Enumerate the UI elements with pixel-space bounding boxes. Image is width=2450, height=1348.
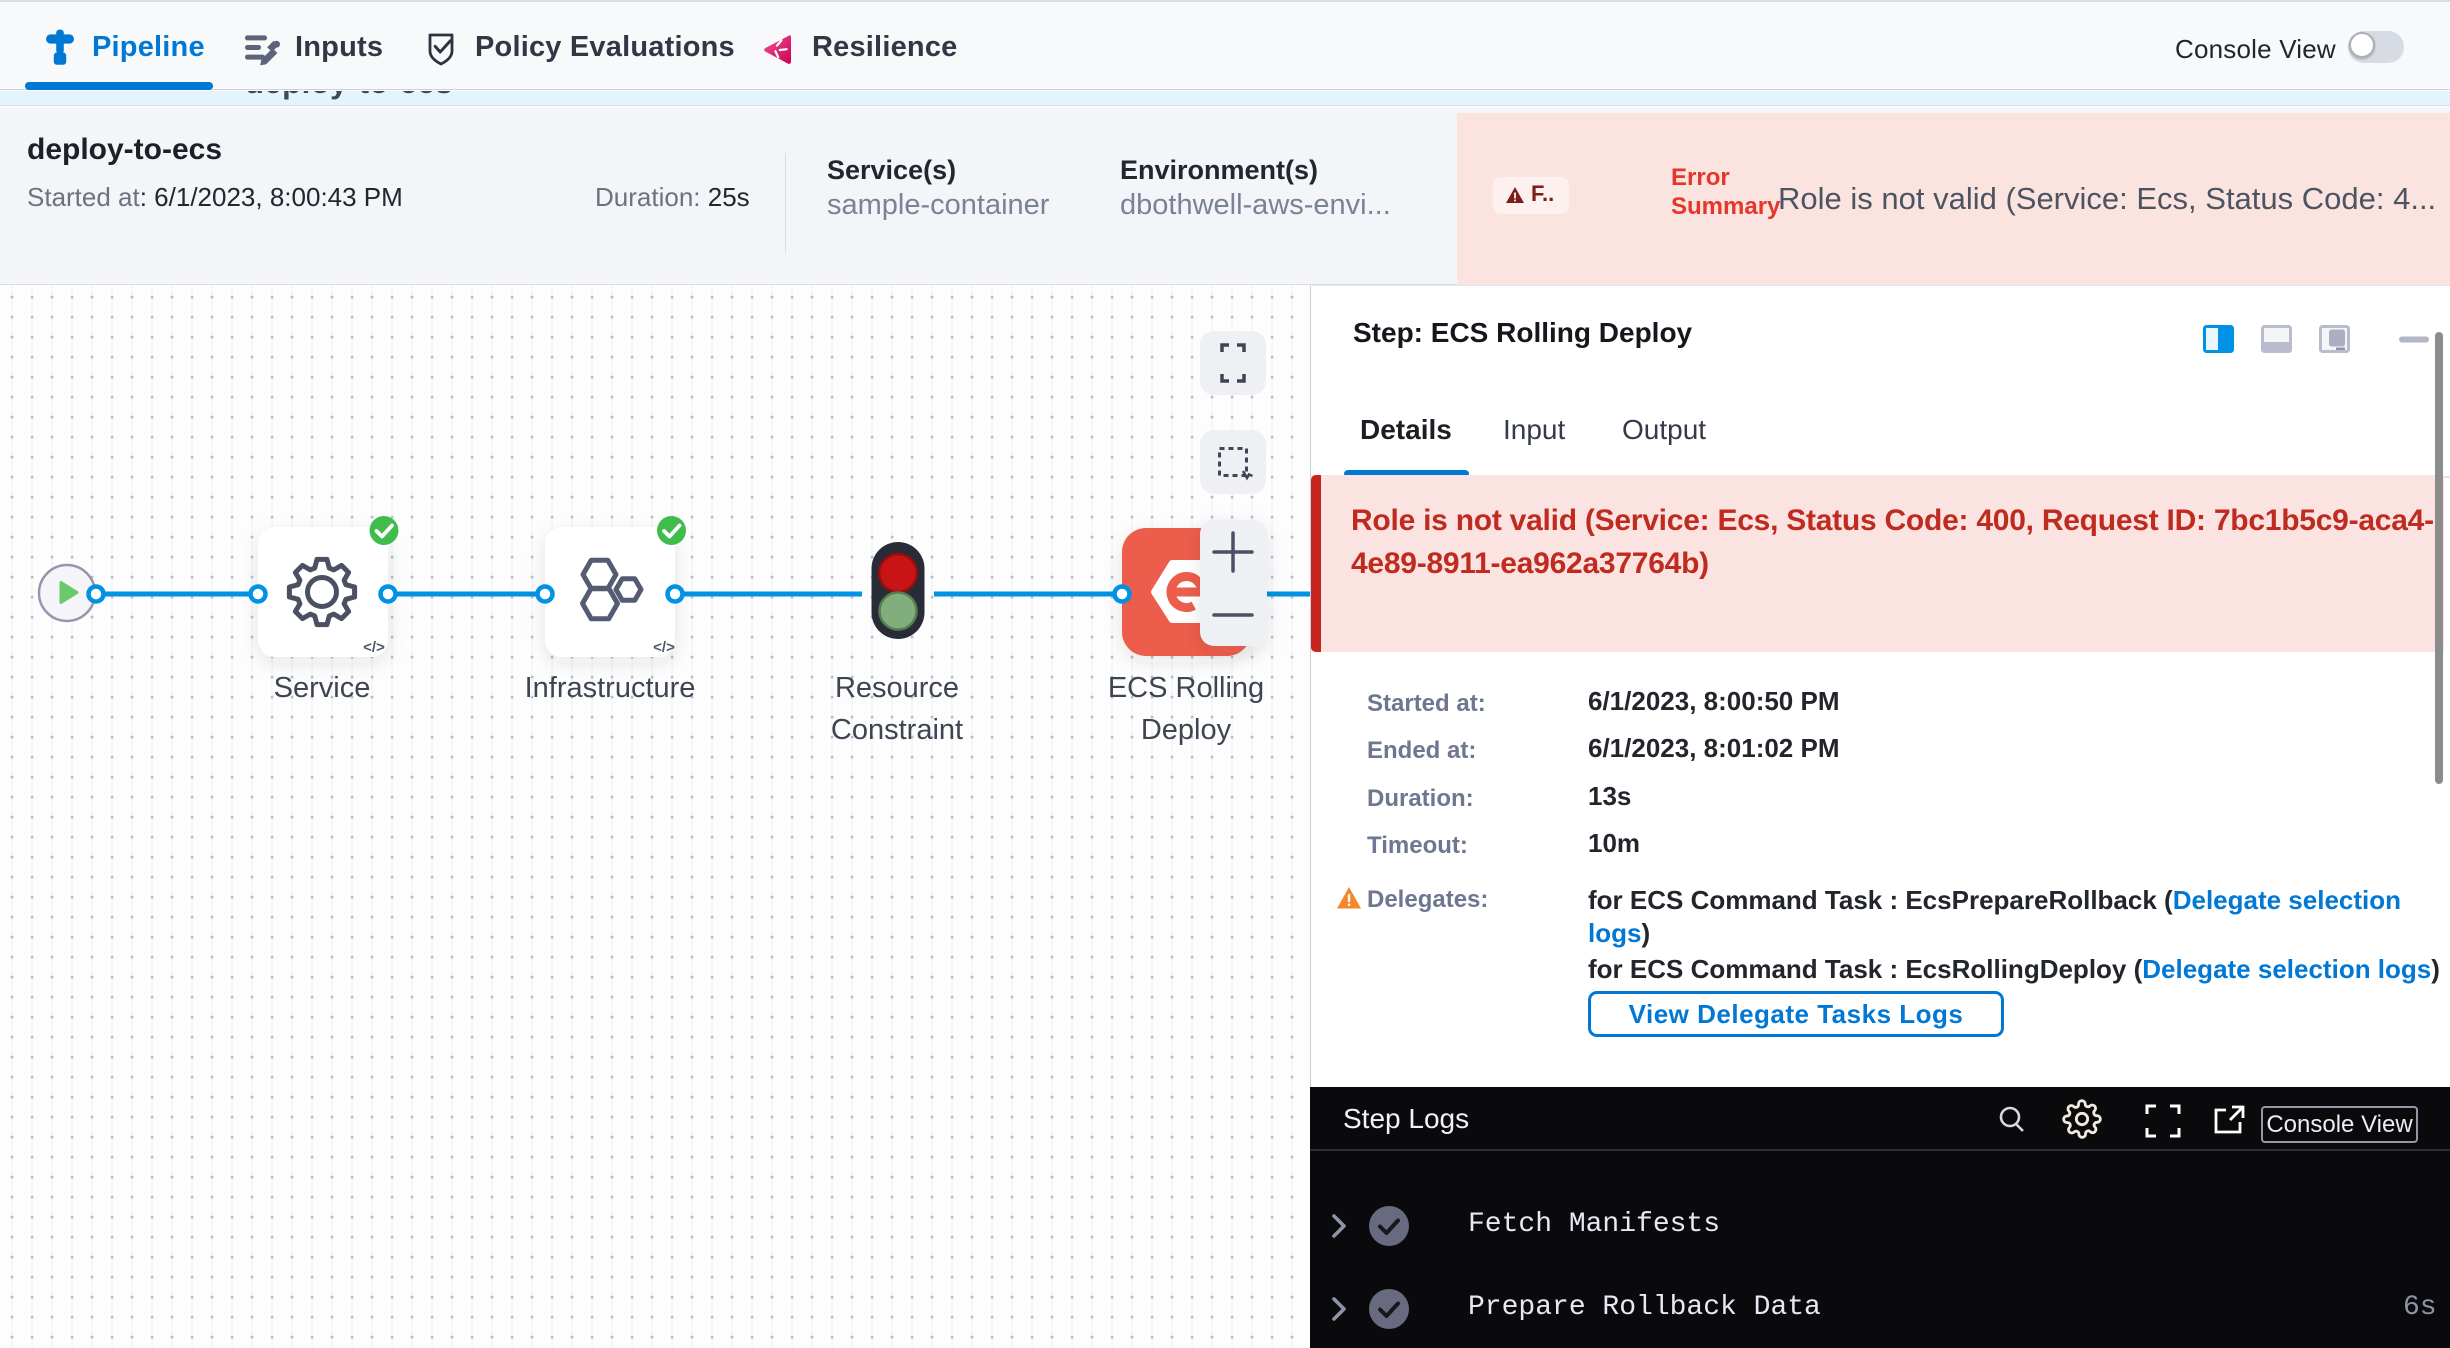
svg-text:</>: </> [653, 639, 675, 656]
svg-text:Resource: Resource [835, 672, 959, 704]
svg-text:Deploy: Deploy [1141, 714, 1232, 746]
svg-text:Infrastructure: Infrastructure [525, 672, 696, 704]
svg-text:</>: </> [363, 639, 385, 656]
svg-text:Service: Service [274, 672, 371, 704]
svg-text:Constraint: Constraint [831, 714, 963, 746]
svg-text:ECS Rolling: ECS Rolling [1108, 672, 1264, 704]
